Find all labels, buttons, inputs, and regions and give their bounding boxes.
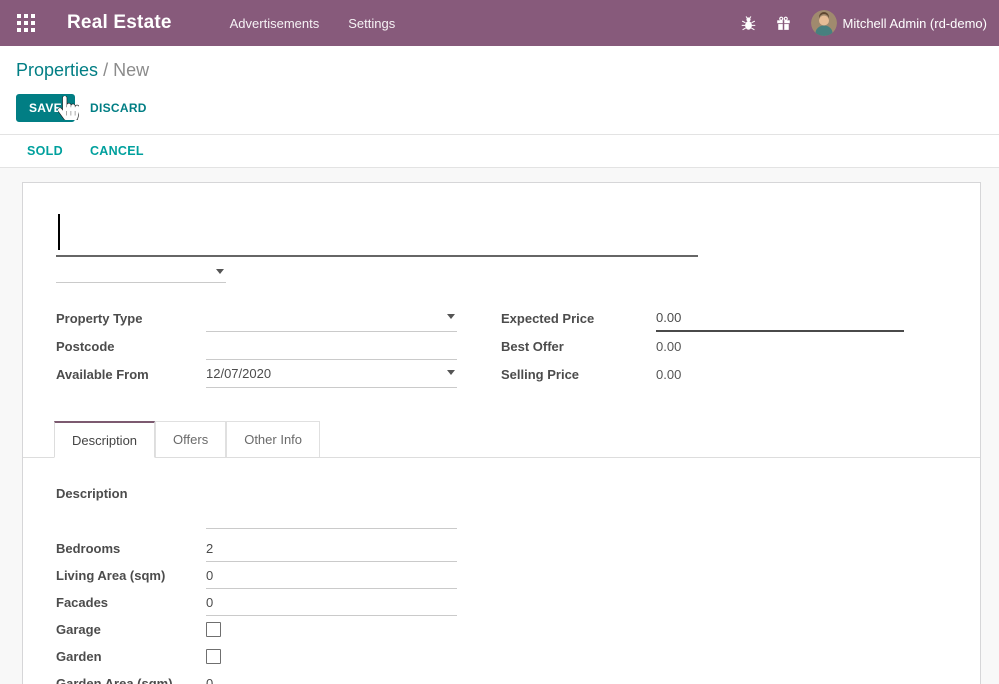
breadcrumb: Properties / New [16,60,983,81]
property-type-label: Property Type [56,311,206,326]
control-panel: Properties / New SAVE DISCARD [0,46,999,134]
best-offer-value: 0.00 [656,339,681,354]
best-offer-label: Best Offer [501,339,656,354]
control-panel-buttons: SAVE DISCARD [16,94,983,134]
sold-button[interactable]: SOLD [27,144,63,158]
menu-settings[interactable]: Settings [346,12,397,35]
bedrooms-value: 2 [206,541,213,556]
living-area-input[interactable]: 0 [206,562,457,589]
apps-grid-icon [17,14,35,32]
field-row-garden-area: Garden Area (sqm) 0 [56,670,980,684]
bedrooms-label: Bedrooms [56,541,206,556]
gift-icon[interactable] [776,16,791,31]
postcode-label: Postcode [56,339,206,354]
notebook-tabs: Description Offers Other Info [23,421,980,458]
postcode-input[interactable] [206,332,457,360]
living-area-label: Living Area (sqm) [56,568,206,583]
field-row-best-offer: Best Offer 0.00 [501,332,980,360]
navbar-right: Mitchell Admin (rd-demo) [741,10,988,36]
menu-advertisements[interactable]: Advertisements [228,12,322,35]
debug-bug-icon[interactable] [741,16,756,31]
field-row-facades: Facades 0 [56,589,980,616]
expected-price-label: Expected Price [501,311,656,326]
form-statusbar: SOLD CANCEL [0,134,999,168]
field-row-bedrooms: Bedrooms 2 [56,535,980,562]
description-textarea[interactable] [206,486,457,529]
garden-area-input[interactable]: 0 [206,670,457,684]
save-button[interactable]: SAVE [16,94,75,122]
field-row-expected-price: Expected Price 0.00 [501,304,980,332]
navbar-menus: Advertisements Settings [228,12,398,35]
form-background: Property Type Postcode Available From [0,168,999,684]
garden-label: Garden [56,649,206,664]
cancel-button[interactable]: CANCEL [90,144,144,158]
property-type-input[interactable] [206,304,457,332]
garden-checkbox[interactable] [206,649,221,664]
expected-price-input[interactable]: 0.00 [656,304,904,332]
top-navbar: Real Estate Advertisements Settings [0,0,999,46]
available-from-label: Available From [56,367,206,382]
tab-description[interactable]: Description [54,421,155,458]
tab-offers[interactable]: Offers [155,421,226,457]
facades-input[interactable]: 0 [206,589,457,616]
selling-price-label: Selling Price [501,367,656,382]
property-form-sheet: Property Type Postcode Available From [22,182,981,684]
app-brand-title[interactable]: Real Estate [67,12,172,34]
apps-menu-icon[interactable] [16,13,36,33]
text-cursor-caret [58,214,60,250]
field-row-description: Description [56,486,980,529]
property-name-input[interactable] [56,213,698,257]
field-row-garage: Garage [56,616,980,643]
user-menu[interactable]: Mitchell Admin (rd-demo) [811,10,988,36]
field-row-property-type: Property Type [56,304,501,332]
chevron-down-icon [447,314,455,319]
chevron-down-icon [447,370,455,375]
field-row-living-area: Living Area (sqm) 0 [56,562,980,589]
garage-label: Garage [56,622,206,637]
facades-value: 0 [206,595,213,610]
garage-checkbox[interactable] [206,622,221,637]
description-tab-content: Description Bedrooms 2 Living Area (sqm)… [56,486,980,684]
selling-price-value: 0.00 [656,367,681,382]
discard-button[interactable]: DISCARD [90,101,147,115]
chevron-down-icon [216,269,224,274]
field-row-postcode: Postcode [56,332,501,360]
field-row-garden: Garden [56,643,980,670]
field-row-selling-price: Selling Price 0.00 [501,360,980,388]
user-name-label: Mitchell Admin (rd-demo) [843,16,988,31]
garden-area-label: Garden Area (sqm) [56,676,206,684]
available-from-value: 12/07/2020 [206,366,271,381]
field-row-available-from: Available From 12/07/2020 [56,360,501,388]
user-avatar [811,10,837,36]
facades-label: Facades [56,595,206,610]
form-field-grid: Property Type Postcode Available From [56,304,980,388]
breadcrumb-properties-link[interactable]: Properties [16,60,98,80]
form-right-column: Expected Price 0.00 Best Offer 0.00 Sell… [501,304,980,388]
available-from-input[interactable]: 12/07/2020 [206,360,457,388]
tab-other-info[interactable]: Other Info [226,421,320,457]
property-tags-input[interactable] [56,257,226,283]
form-left-column: Property Type Postcode Available From [56,304,501,388]
living-area-value: 0 [206,568,213,583]
description-label: Description [56,486,206,501]
expected-price-value: 0.00 [656,310,681,325]
garden-area-value: 0 [206,676,213,684]
breadcrumb-current: New [113,60,149,80]
bedrooms-input[interactable]: 2 [206,535,457,562]
breadcrumb-separator: / [103,60,113,80]
